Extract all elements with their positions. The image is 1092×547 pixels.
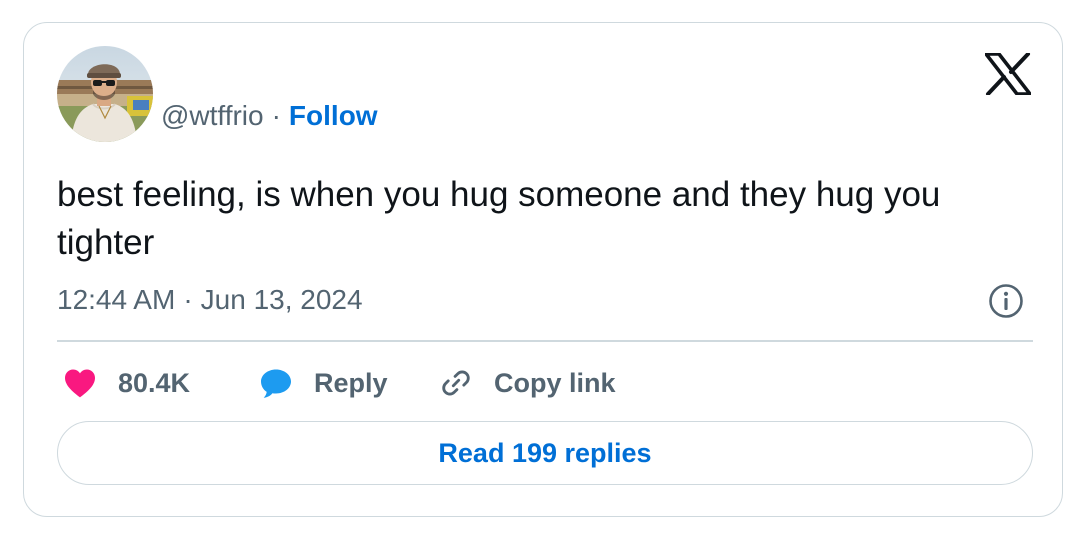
tweet-time: 12:44 AM [57, 284, 176, 315]
read-replies-button[interactable]: Read 199 replies [57, 421, 1033, 485]
tweet-date: Jun 13, 2024 [200, 284, 363, 315]
read-replies-label: Read 199 replies [438, 437, 652, 468]
timestamp-separator: · [183, 284, 193, 315]
author-handle[interactable]: @wtffrio [161, 100, 264, 131]
tweet-timestamp[interactable]: 12:44 AM · Jun 13, 2024 [57, 283, 363, 317]
speech-bubble-icon [261, 369, 291, 398]
follow-button[interactable]: Follow [289, 100, 378, 131]
reply-label: Reply [314, 367, 388, 398]
tweet-embed-card: @wtffrio · Follow best feeling, is when yo… [23, 22, 1063, 517]
heart-icon [65, 369, 95, 398]
like-count: 80.4K [118, 367, 191, 398]
link-icon [442, 370, 470, 396]
avatar[interactable] [57, 46, 153, 142]
info-icon[interactable] [988, 283, 1024, 319]
copy-link-button[interactable]: Copy link [438, 363, 616, 403]
copy-link-label: Copy link [494, 367, 616, 398]
x-logo-icon[interactable] [984, 52, 1032, 96]
tweet-text: best feeling, is when you hug someone an… [57, 175, 941, 262]
reply-button[interactable]: Reply [258, 363, 388, 403]
author-line: @wtffrio · Follow [161, 99, 378, 133]
divider [57, 340, 1033, 342]
like-button[interactable]: 80.4K [62, 363, 190, 403]
author-separator: · [271, 100, 281, 131]
avatar-photo [57, 46, 153, 142]
